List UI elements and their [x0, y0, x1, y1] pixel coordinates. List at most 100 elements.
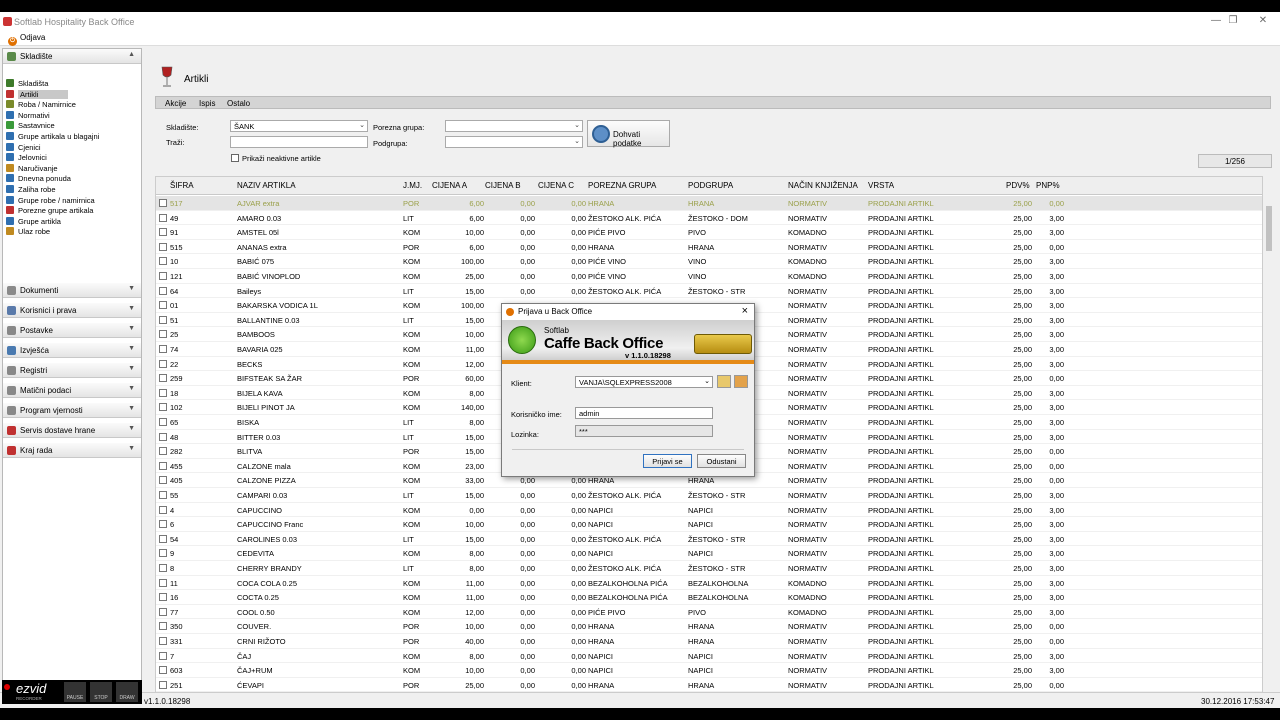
row-checkbox[interactable]	[159, 491, 167, 499]
row-checkbox[interactable]	[159, 564, 167, 572]
row-checkbox[interactable]	[159, 286, 167, 295]
row-checkbox[interactable]	[159, 418, 167, 426]
cancel-button[interactable]: Odustani	[697, 454, 746, 468]
sidebar-item[interactable]: Zaliha robe	[6, 185, 56, 195]
row-checkbox[interactable]	[159, 199, 167, 207]
sidebar-item[interactable]: Cjenici	[6, 142, 41, 153]
sidebar-section-skladiste[interactable]: Skladište ▲	[3, 49, 141, 64]
sidebar-item[interactable]: Ulaz robe	[6, 227, 50, 237]
sidebar-section[interactable]: Korisnici i prava ▼	[3, 303, 141, 318]
table-row[interactable]: 515 ANANAS extra POR 6,00 0,00 0,00 HRANA HRANA…	[156, 240, 1262, 255]
fetch-data-button[interactable]: Dohvati podatke	[587, 120, 670, 148]
login-button[interactable]: Prijavi se	[643, 454, 692, 468]
recorder-draw-button[interactable]: DRAW	[116, 682, 138, 702]
row-checkbox[interactable]	[159, 476, 167, 485]
menu-ostalo[interactable]: Ostalo	[227, 99, 250, 108]
row-checkbox[interactable]	[159, 228, 167, 237]
row-checkbox[interactable]	[159, 549, 167, 558]
username-input[interactable]: admin	[575, 407, 713, 419]
menu-ispis[interactable]: Ispis	[199, 99, 215, 108]
dialog-close-icon[interactable]: ×	[742, 305, 748, 317]
column-header[interactable]: PODGRUPA	[688, 181, 733, 190]
column-header[interactable]: J.MJ.	[403, 181, 422, 190]
row-checkbox[interactable]	[159, 520, 167, 529]
column-header[interactable]: POREZNA GRUPA	[588, 181, 656, 190]
table-row[interactable]: 55 CAMPARI 0.03 LIT 15,00 0,00 0,00 ŽESTOKO AL…	[156, 488, 1262, 503]
row-checkbox[interactable]	[159, 622, 167, 631]
sidebar-section[interactable]: Matični podaci ▼	[3, 383, 141, 398]
table-row[interactable]: 91 AMSTEL 05l KOM 10,00 0,00 0,00 PIĆE PIVO PIV…	[156, 225, 1262, 240]
sidebar-section[interactable]: Servis dostave hrane ▼	[3, 423, 141, 438]
sidebar-section[interactable]: Dokumenti ▼	[3, 283, 141, 298]
row-checkbox[interactable]	[159, 359, 167, 368]
sidebar-section[interactable]: Postavke ▼	[3, 323, 141, 338]
column-header[interactable]: VRSTA	[868, 181, 894, 190]
sidebar-item[interactable]: Sastavnice	[6, 121, 55, 131]
column-header[interactable]: PDV%	[1006, 181, 1030, 190]
row-checkbox[interactable]	[159, 432, 167, 441]
table-row[interactable]: 8 CHERRY BRANDY LIT 8,00 0,00 0,00 ŽESTOKO ALK…	[156, 561, 1262, 576]
table-row[interactable]: 331 CRNI RIŽOTO POR 40,00 0,00 0,00 HRANA HRANA…	[156, 634, 1262, 649]
menu-akcije[interactable]: Akcije	[165, 99, 186, 108]
mail-button[interactable]	[734, 375, 748, 388]
sidebar-item[interactable]: Porezne grupe artikala	[6, 206, 93, 216]
table-row[interactable]: 16 COCTA 0.25 KOM 11,00 0,00 0,00 BEZALKOHOLNA…	[156, 590, 1262, 605]
podgrupa-select[interactable]: ⌄	[445, 136, 583, 148]
klient-select[interactable]: VANJA\SQLEXPRESS2008 ⌄	[575, 376, 713, 388]
table-row[interactable]: 49 AMARO 0.03 LIT 6,00 0,00 0,00 ŽESTOKO ALK. …	[156, 211, 1262, 226]
row-checkbox[interactable]	[159, 461, 167, 470]
column-header[interactable]: NAČIN KNJIŽENJA	[788, 181, 858, 190]
sidebar-section[interactable]: Izvješća ▼	[3, 343, 141, 358]
row-checkbox[interactable]	[159, 607, 167, 616]
row-checkbox[interactable]	[159, 301, 167, 310]
sidebar-item[interactable]: Roba / Namirnice	[6, 100, 76, 110]
sidebar-section[interactable]: Program vjernosti ▼	[3, 403, 141, 418]
porezna-grupa-select[interactable]: ⌄	[445, 120, 583, 132]
sidebar-item[interactable]: Grupe robe / namirnica	[6, 195, 95, 206]
table-row[interactable]: 11 COCA COLA 0.25 KOM 11,00 0,00 0,00 BEZALKOH…	[156, 576, 1262, 591]
sidebar-item[interactable]: Dnevna ponuda	[6, 174, 71, 184]
row-checkbox[interactable]	[159, 388, 167, 397]
table-row[interactable]: 251 ĆEVAPI POR 25,00 0,00 0,00 HRANA HRANA NORMA…	[156, 678, 1262, 693]
logout-menu[interactable]: ⏻ Odjava	[8, 33, 45, 46]
table-row[interactable]: 4 CAPUCCINO KOM 0,00 0,00 0,00 NAPICI NAPICI NOR…	[156, 503, 1262, 518]
close-button[interactable]: ✕	[1253, 15, 1273, 26]
sidebar-item[interactable]: Jelovnici	[6, 153, 47, 163]
table-row[interactable]: 7 ČAJ KOM 8,00 0,00 0,00 NAPICI NAPICI NORMATIV P…	[156, 649, 1262, 664]
sidebar-section[interactable]: Registri ▼	[3, 363, 141, 378]
table-row[interactable]: 350 COUVER. POR 10,00 0,00 0,00 HRANA HRANA NORM…	[156, 619, 1262, 634]
row-checkbox[interactable]	[159, 666, 167, 675]
sidebar-item[interactable]: Naručivanje	[6, 163, 58, 174]
row-checkbox[interactable]	[159, 345, 167, 353]
sidebar-item[interactable]: Artikli	[6, 89, 69, 100]
search-input[interactable]	[230, 136, 368, 148]
row-checkbox[interactable]	[159, 272, 167, 280]
show-inactive-checkbox[interactable]	[231, 154, 239, 162]
column-header[interactable]: CIJENA C	[538, 181, 574, 190]
row-checkbox[interactable]	[159, 593, 167, 602]
row-checkbox[interactable]	[159, 257, 167, 266]
row-checkbox[interactable]	[159, 637, 167, 645]
row-checkbox[interactable]	[159, 534, 167, 543]
recorder-stop-button[interactable]: STOP	[90, 682, 112, 702]
table-row[interactable]: 64 Baileys LIT 15,00 0,00 0,00 ŽESTOKO ALK. PI…	[156, 284, 1262, 299]
column-header[interactable]: PNP%	[1036, 181, 1060, 190]
row-checkbox[interactable]	[159, 330, 167, 339]
column-header[interactable]: NAZIV ARTIKLA	[237, 181, 296, 190]
column-header[interactable]: CIJENA A	[432, 181, 467, 190]
row-checkbox[interactable]	[159, 403, 167, 412]
row-checkbox[interactable]	[159, 213, 167, 222]
password-input[interactable]: ***	[575, 425, 713, 437]
row-checkbox[interactable]	[159, 315, 167, 324]
row-checkbox[interactable]	[159, 505, 167, 514]
table-row[interactable]: 517 AJVAR extra POR 6,00 0,00 0,00 HRANA HRANA N…	[156, 196, 1262, 211]
column-header[interactable]: CIJENA B	[485, 181, 521, 190]
row-checkbox[interactable]	[159, 651, 167, 660]
sidebar-item[interactable]: Normativi	[6, 110, 50, 121]
sidebar-item[interactable]: Skladišta	[6, 79, 48, 89]
vertical-scrollbar[interactable]	[1264, 176, 1274, 694]
table-row[interactable]: 6 CAPUCCINO Franc KOM 10,00 0,00 0,00 NAPICI NA…	[156, 517, 1262, 532]
row-checkbox[interactable]	[159, 242, 167, 251]
sidebar-item[interactable]: Grupe artikla	[6, 216, 61, 227]
row-checkbox[interactable]	[159, 680, 167, 689]
